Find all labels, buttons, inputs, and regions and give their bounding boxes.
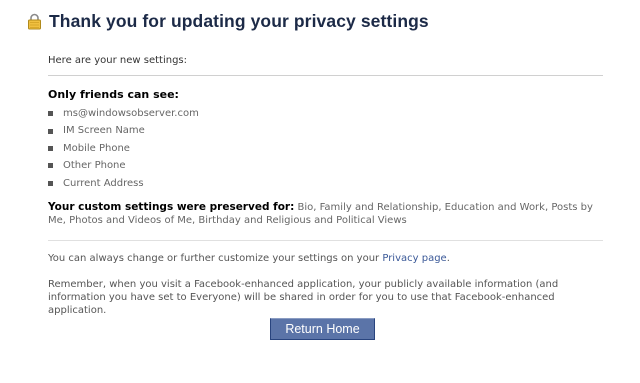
page-title: Thank you for updating your privacy sett… bbox=[49, 11, 429, 31]
bullet-icon bbox=[48, 163, 53, 169]
bullet-icon bbox=[48, 145, 53, 151]
return-home-button[interactable]: Return Home bbox=[270, 318, 375, 340]
list-item: Other Phone bbox=[48, 157, 603, 174]
list-item-label: ms@windowsobserver.com bbox=[63, 108, 199, 119]
preserved-settings: Your custom settings were preserved for:… bbox=[48, 201, 603, 241]
intro-text: Here are your new settings: bbox=[48, 55, 603, 76]
change-note-prefix: You can always change or further customi… bbox=[48, 252, 383, 264]
settings-summary: Here are your new settings: Only friends… bbox=[48, 55, 603, 317]
lock-icon bbox=[26, 13, 43, 30]
bullet-icon bbox=[48, 128, 53, 134]
button-container: Return Home bbox=[270, 318, 375, 340]
list-item: Current Address bbox=[48, 175, 603, 192]
reminder-text: Remember, when you visit a Facebook-enha… bbox=[48, 278, 559, 316]
page-header: Thank you for updating your privacy sett… bbox=[26, 11, 429, 32]
bullet-icon bbox=[48, 180, 53, 186]
friends-section-heading: Only friends can see: bbox=[48, 88, 179, 101]
list-item: Mobile Phone bbox=[48, 140, 603, 157]
bullet-icon bbox=[48, 111, 53, 117]
list-item: ms@windowsobserver.com bbox=[48, 105, 603, 122]
list-item-label: Other Phone bbox=[63, 160, 126, 172]
list-item-label: IM Screen Name bbox=[63, 125, 145, 137]
preserved-label: Your custom settings were preserved for: bbox=[48, 200, 295, 213]
list-item: IM Screen Name bbox=[48, 122, 603, 139]
change-note-suffix: . bbox=[446, 252, 450, 264]
change-note: You can always change or further customi… bbox=[48, 252, 603, 265]
friends-settings-list: ms@windowsobserver.com IM Screen Name Mo… bbox=[48, 105, 603, 192]
list-item-label: Mobile Phone bbox=[63, 142, 130, 154]
list-item-label: Current Address bbox=[63, 177, 144, 189]
privacy-page-link[interactable]: Privacy page bbox=[382, 253, 446, 264]
